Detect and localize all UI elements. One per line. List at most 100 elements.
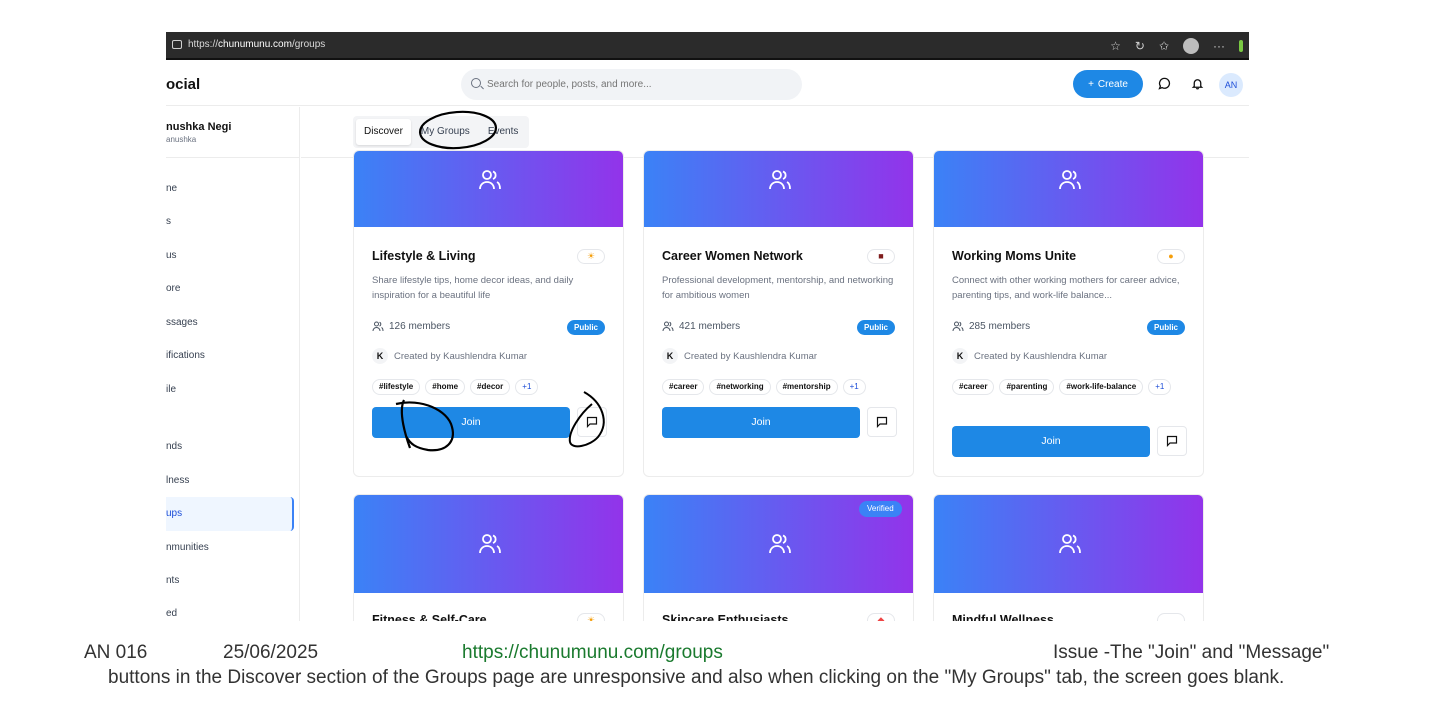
more-tags[interactable]: +1 [515, 379, 539, 395]
issue-title: Issue -The "Join" and "Message" [1053, 642, 1330, 663]
tag[interactable]: #parenting [999, 379, 1055, 395]
sidebar-item-notifications[interactable]: ifications [166, 344, 294, 368]
sidebar-item-friends[interactable]: nds [166, 435, 294, 459]
url-domain: chunumunu.com [218, 39, 292, 50]
tab-events[interactable]: Events [480, 119, 527, 145]
profile-icon[interactable] [1183, 38, 1199, 54]
sidebar-item-saved[interactable]: ed [166, 602, 294, 621]
users-icon [769, 534, 791, 554]
groups-tabs: Discover My Groups Events [353, 116, 530, 148]
create-button[interactable]: + Create [1073, 70, 1143, 98]
search-bar[interactable] [461, 69, 802, 100]
message-button[interactable] [577, 407, 607, 437]
user-handle: anushka [166, 135, 197, 144]
verified-badge: Verified [859, 501, 902, 517]
group-card: Verified Skincare Enthusiasts ◆ [643, 494, 914, 621]
tag-list: #lifestyle #home #decor +1 [372, 379, 612, 395]
issue-date: 25/06/2025 [223, 642, 319, 663]
tag[interactable]: #home [425, 379, 466, 395]
refresh-icon[interactable]: ↻ [1135, 39, 1145, 53]
users-icon [479, 170, 501, 190]
sidebar-item-events[interactable]: nts [166, 569, 294, 593]
more-tags[interactable]: +1 [1148, 379, 1172, 395]
tag[interactable]: #career [952, 379, 995, 395]
bell-icon[interactable] [1190, 77, 1204, 91]
creator-label: Created by Kaushlendra Kumar [394, 350, 528, 362]
group-card: Working Moms Unite ● Connect with other … [933, 150, 1204, 477]
search-input[interactable] [487, 75, 787, 93]
group-description: Professional development, mentorship, an… [662, 275, 894, 301]
join-button[interactable]: Join [372, 407, 570, 438]
sidebar-item-groups[interactable]: ups [166, 497, 294, 531]
app-header: ocial + Create AN [166, 62, 1249, 106]
message-button[interactable] [1157, 426, 1187, 456]
group-title[interactable]: Career Women Network [662, 249, 803, 263]
category-badge: ☀ [577, 249, 605, 264]
users-icon [662, 321, 674, 332]
card-banner [354, 495, 623, 593]
users-icon [952, 321, 964, 332]
group-card: Career Women Network ■ Professional deve… [643, 150, 914, 477]
group-title[interactable]: Mindful Wellness [952, 613, 1054, 621]
screenshot: https://chunumunu.com/groups ☆ ↻ ✩ ··· o… [166, 32, 1249, 621]
tag[interactable]: #lifestyle [372, 379, 421, 395]
tab-my-groups[interactable]: My Groups [413, 119, 478, 145]
member-count: 126 members [372, 321, 450, 332]
join-button[interactable]: Join [662, 407, 860, 438]
tab-discover[interactable]: Discover [356, 119, 411, 145]
star-icon[interactable]: ☆ [1110, 39, 1121, 53]
members-label: 285 members [969, 321, 1031, 332]
sidebar-item-wellness[interactable]: lness [166, 469, 294, 493]
tag[interactable]: #career [662, 379, 705, 395]
creator-avatar: K [952, 348, 968, 364]
user-name[interactable]: nushka Negi [166, 121, 231, 133]
plus-icon: + [1088, 78, 1094, 90]
issue-id: AN 016 [84, 642, 148, 663]
group-card: Mindful Wellness [933, 494, 1204, 621]
tag[interactable]: #work-life-balance [1059, 379, 1144, 395]
sidebar-item-status[interactable]: us [166, 244, 294, 268]
creator-label: Created by Kaushlendra Kumar [684, 350, 818, 362]
favorites-icon[interactable]: ✩ [1159, 39, 1169, 53]
tag[interactable]: #decor [470, 379, 511, 395]
category-badge: ● [1157, 249, 1185, 264]
join-button[interactable]: Join [952, 426, 1150, 457]
card-banner [354, 151, 623, 227]
avatar[interactable]: AN [1219, 73, 1243, 97]
message-button[interactable] [867, 407, 897, 437]
issue-link[interactable]: https://chunumunu.com/groups [462, 642, 723, 664]
tag[interactable]: #mentorship [775, 379, 838, 395]
group-title[interactable]: Fitness & Self-Care [372, 613, 487, 621]
group-title[interactable]: Skincare Enthusiasts [662, 613, 788, 621]
members-label: 126 members [389, 321, 451, 332]
sidebar-item-explore[interactable]: ore [166, 277, 294, 301]
creator-info: K Created by Kaushlendra Kumar [372, 348, 527, 364]
sidebar-item-posts[interactable]: s [166, 210, 294, 234]
more-tags[interactable]: +1 [842, 379, 866, 395]
members-label: 421 members [679, 321, 741, 332]
group-title[interactable]: Lifestyle & Living [372, 249, 476, 263]
category-badge [1157, 613, 1185, 621]
extension-icon[interactable] [1239, 40, 1243, 52]
creator-label: Created by Kaushlendra Kumar [974, 350, 1108, 362]
tag-list: #career #networking #mentorship +1 [662, 379, 902, 395]
group-description: Share lifestyle tips, home decor ideas, … [372, 275, 574, 301]
sidebar-item-communities[interactable]: nmunities [166, 536, 294, 560]
tag-list: #career #parenting #work-life-balance +1 [952, 379, 1192, 395]
divider [166, 157, 300, 158]
group-title[interactable]: Working Moms Unite [952, 249, 1076, 263]
sidebar-item-home[interactable]: ne [166, 177, 294, 201]
tag[interactable]: #networking [709, 379, 771, 395]
chat-icon[interactable] [1157, 77, 1171, 91]
status-badge: Public [566, 320, 605, 335]
app-logo[interactable]: ocial [166, 76, 200, 93]
creator-info: K Created by Kaushlendra Kumar [952, 348, 1107, 364]
group-description: Connect with other working mothers for c… [952, 275, 1180, 301]
creator-avatar: K [662, 348, 678, 364]
address-bar[interactable]: https://chunumunu.com/groups [188, 39, 325, 50]
more-icon[interactable]: ··· [1213, 39, 1225, 53]
message-icon [586, 416, 598, 428]
sidebar-item-profile[interactable]: ile [166, 378, 294, 402]
sidebar-item-messages[interactable]: ssages [166, 311, 294, 335]
group-card: Fitness & Self-Care ☀ [353, 494, 624, 621]
